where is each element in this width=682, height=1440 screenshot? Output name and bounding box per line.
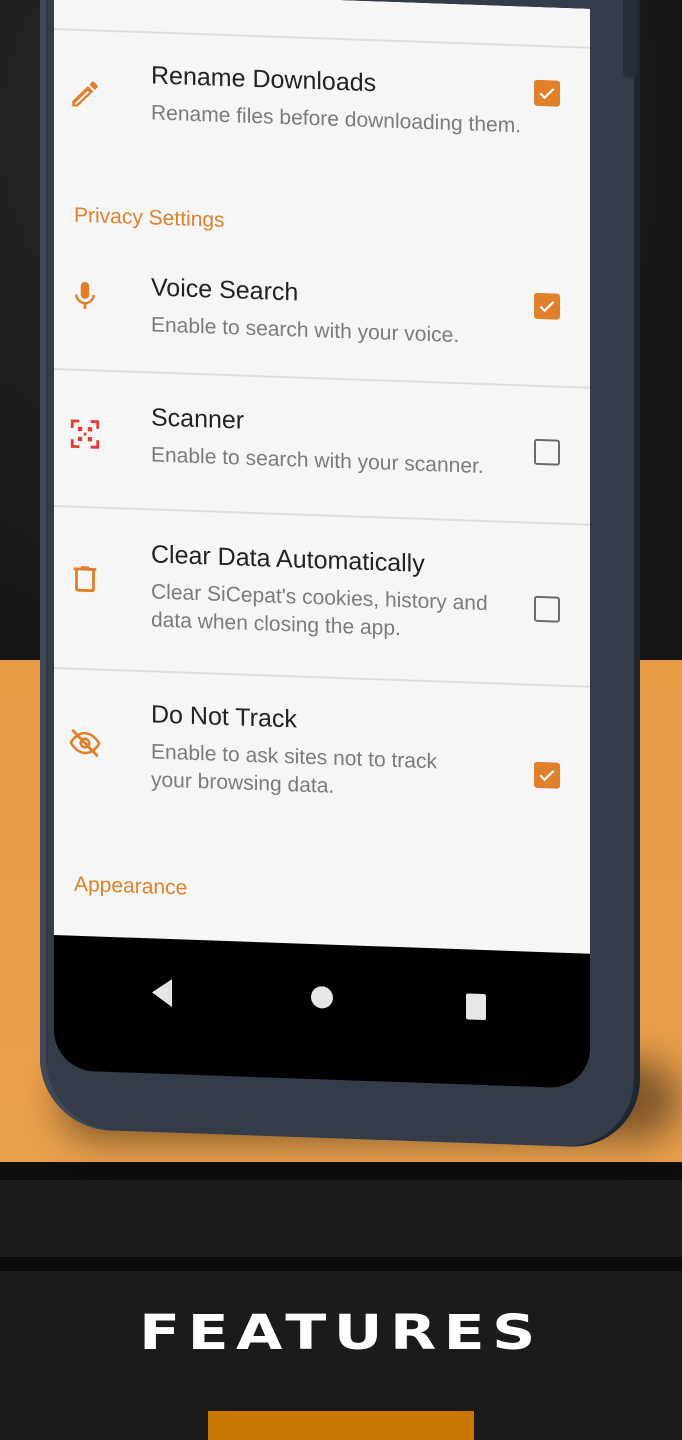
recents-square-icon[interactable] — [466, 993, 486, 1021]
setting-clear-data[interactable]: Clear Data Automatically Clear SiCepat's… — [54, 507, 590, 686]
back-triangle-icon[interactable] — [152, 978, 172, 1008]
eye-off-icon — [68, 725, 102, 760]
setting-subtitle: Enable to search with your voice. — [151, 313, 460, 348]
setting-subtitle: Enable to ask sites not to track your br… — [151, 740, 437, 798]
setting-subtitle: Enable to search with your scanner. — [151, 443, 484, 479]
setting-voice-search[interactable]: Voice Search Enable to search with your … — [54, 240, 590, 389]
microphone-icon — [68, 278, 102, 313]
setting-scanner[interactable]: Scanner Enable to search with your scann… — [54, 370, 590, 524]
rename-downloads-checkbox[interactable] — [534, 79, 560, 107]
setting-do-not-track[interactable]: Do Not Track Enable to ask sites not to … — [54, 669, 590, 848]
home-circle-icon[interactable] — [311, 985, 333, 1009]
setting-title: Scanner — [151, 403, 245, 435]
setting-subtitle: Clear SiCepat's cookies, history and dat… — [151, 580, 488, 641]
setting-title: Voice Search — [151, 273, 299, 307]
background-dark-band — [0, 1162, 682, 1257]
scanner-checkbox[interactable] — [534, 438, 560, 466]
setting-rename-downloads[interactable]: Rename Downloads Rename files before dow… — [54, 30, 590, 159]
android-navigation-bar — [54, 955, 590, 1064]
do-not-track-checkbox[interactable] — [534, 761, 560, 789]
phone-screen: Rename Downloads Rename files before dow… — [54, 0, 590, 1089]
settings-list: Rename Downloads Rename files before dow… — [54, 0, 590, 954]
trash-icon — [68, 561, 102, 596]
cta-bar — [208, 1411, 474, 1440]
section-header-privacy: Privacy Settings — [74, 203, 225, 232]
qr-scanner-icon — [68, 416, 102, 451]
voice-search-checkbox[interactable] — [534, 292, 560, 320]
setting-title: Rename Downloads — [151, 61, 377, 98]
setting-title: Do Not Track — [151, 700, 297, 734]
pencil-icon — [68, 76, 102, 111]
clear-data-checkbox[interactable] — [534, 595, 560, 623]
setting-title: Clear Data Automatically — [151, 540, 425, 578]
setting-subtitle: Rename files before downloading them. — [151, 101, 522, 138]
features-headline: FEATURES — [139, 1305, 543, 1361]
section-header-appearance: Appearance — [74, 872, 188, 900]
phone-side-button — [623, 0, 637, 78]
